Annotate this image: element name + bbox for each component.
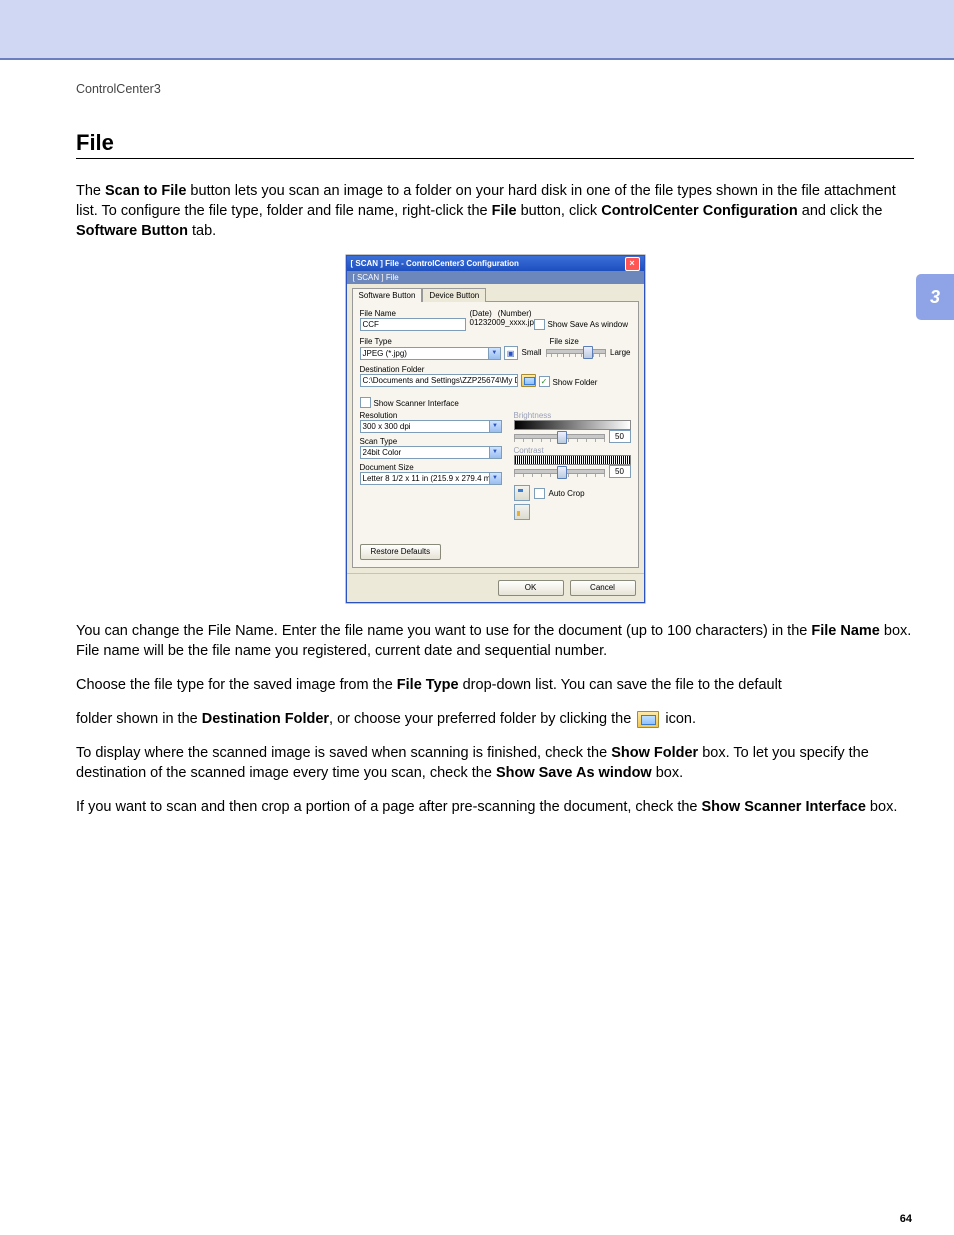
dialog-titlebar: [ SCAN ] File - ControlCenter3 Configura… [347, 256, 644, 271]
file-type-label: File Type [360, 337, 518, 346]
title-rule [76, 158, 914, 159]
destination-folder-field[interactable]: C:\Documents and Settings\ZZP25674\My Do… [360, 374, 518, 387]
date-label: (Date) [470, 309, 492, 318]
paragraph-4: folder shown in the Destination Folder, … [76, 709, 914, 729]
page-content: ControlCenter3 File The Scan to File but… [0, 60, 954, 871]
dialog-tabs: Software Button Device Button [352, 287, 644, 301]
file-name-label: File Name [360, 309, 466, 318]
breadcrumb: ControlCenter3 [76, 82, 914, 96]
show-save-as-label: Show Save As window [548, 320, 629, 329]
brightness-label: Brightness [514, 411, 631, 420]
file-size-button-icon[interactable]: ▣ [504, 346, 518, 360]
browse-folder-icon[interactable] [521, 374, 536, 387]
file-type-select[interactable]: JPEG (*.jpg)▼ [360, 347, 501, 360]
file-name-field[interactable]: CCF [360, 318, 466, 331]
paragraph-3: Choose the file type for the saved image… [76, 675, 914, 695]
file-size-label: File size [550, 337, 631, 346]
brightness-value[interactable]: 50 [609, 430, 631, 443]
close-icon[interactable]: × [625, 257, 640, 271]
ok-button[interactable]: OK [498, 580, 564, 596]
chevron-down-icon: ▼ [489, 421, 501, 432]
scan-type-label: Scan Type [360, 437, 500, 446]
paragraph-2: You can change the File Name. Enter the … [76, 621, 914, 661]
page-title: File [76, 130, 914, 156]
auto-crop-label: Auto Crop [549, 489, 585, 498]
config-dialog: [ SCAN ] File - ControlCenter3 Configura… [346, 255, 645, 603]
dialog-button-row: OK Cancel [347, 573, 644, 602]
top-margin-bar [0, 0, 954, 60]
show-scanner-checkbox[interactable] [360, 397, 371, 408]
contrast-value[interactable]: 50 [609, 465, 631, 478]
cancel-button[interactable]: Cancel [570, 580, 636, 596]
contrast-slider[interactable] [514, 469, 605, 474]
file-size-slider[interactable] [546, 349, 607, 354]
destination-folder-label: Destination Folder [360, 365, 631, 374]
doc-size-label: Document Size [360, 463, 500, 472]
auto-crop-checkbox[interactable] [534, 488, 545, 499]
show-folder-checkbox[interactable]: ✓ [539, 376, 550, 387]
paragraph-5: To display where the scanned image is sa… [76, 743, 914, 783]
page-number: 64 [900, 1213, 912, 1225]
show-scanner-label: Show Scanner Interface [374, 399, 459, 408]
number-label: (Number) [498, 309, 532, 318]
resolution-label: Resolution [360, 411, 500, 420]
contrast-gradient [514, 455, 631, 465]
tab-software-button[interactable]: Software Button [352, 288, 423, 302]
chevron-down-icon: ▼ [489, 473, 501, 484]
contrast-label: Contrast [514, 446, 631, 455]
paragraph-6: If you want to scan and then crop a port… [76, 797, 914, 817]
dialog-subheader: [ SCAN ] File [347, 271, 644, 284]
browse-folder-icon [637, 711, 659, 728]
brightness-gradient [514, 420, 631, 430]
dialog-title: [ SCAN ] File - ControlCenter3 Configura… [351, 256, 519, 271]
size-small-label: Small [522, 348, 542, 357]
date-preview: 01232009_xxxx.jpg [470, 318, 530, 327]
chevron-down-icon: ▼ [488, 348, 500, 359]
chevron-down-icon: ▼ [489, 447, 501, 458]
brightness-slider[interactable] [514, 434, 605, 439]
doc-size-select[interactable]: Letter 8 1/2 x 11 in (215.9 x 279.4 mm)▼ [360, 472, 502, 485]
dialog-panel: File Name CCF (Date) (Number) 01232009_xx… [352, 301, 639, 568]
show-folder-label: Show Folder [553, 378, 598, 387]
resolution-select[interactable]: 300 x 300 dpi▼ [360, 420, 502, 433]
scan-type-select[interactable]: 24bit Color▼ [360, 446, 502, 459]
show-save-as-checkbox[interactable] [534, 319, 545, 330]
paragraph-1: The Scan to File button lets you scan an… [76, 181, 914, 241]
size-large-label: Large [610, 348, 630, 357]
crop-preview-icon-a [514, 485, 530, 501]
restore-defaults-button[interactable]: Restore Defaults [360, 544, 442, 560]
tab-device-button[interactable]: Device Button [422, 288, 486, 302]
crop-preview-icon-b [514, 504, 530, 520]
